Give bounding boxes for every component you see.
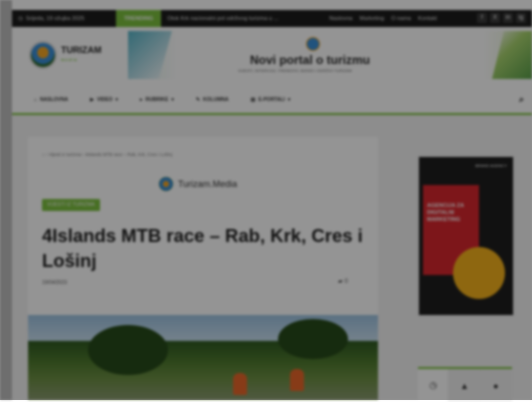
dim-overlay <box>0 0 532 400</box>
